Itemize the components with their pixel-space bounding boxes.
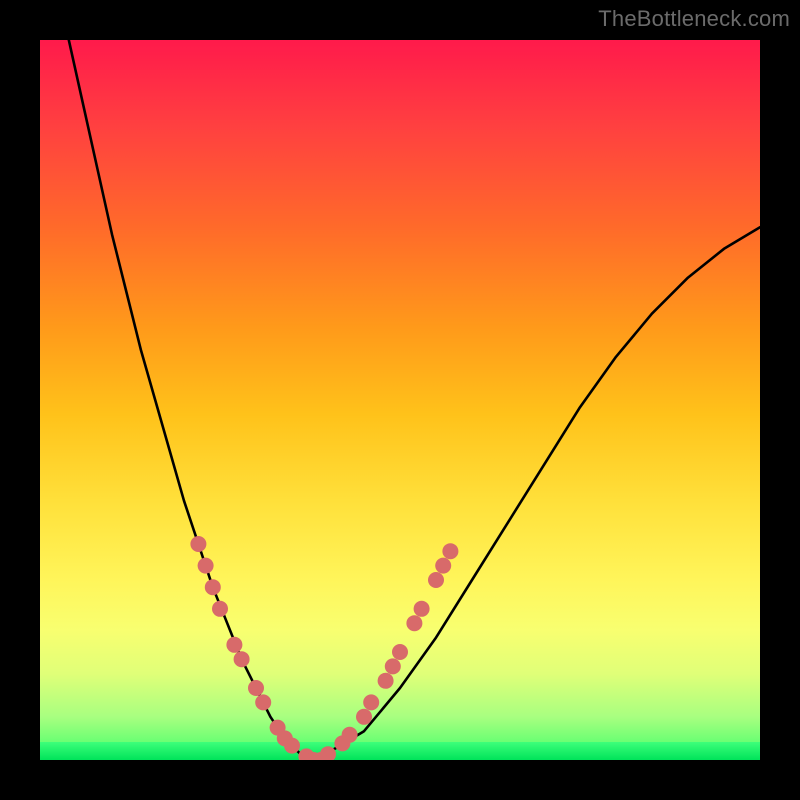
scatter-point: [378, 673, 394, 689]
scatter-point: [363, 694, 379, 710]
scatter-point: [428, 572, 444, 588]
scatter-point: [284, 738, 300, 754]
scatter-point: [190, 536, 206, 552]
scatter-point: [255, 694, 271, 710]
chart-svg: [40, 40, 760, 760]
highlighted-points: [190, 536, 458, 760]
scatter-point: [392, 644, 408, 660]
scatter-point: [226, 637, 242, 653]
watermark-text: TheBottleneck.com: [598, 6, 790, 32]
scatter-point: [205, 579, 221, 595]
scatter-point: [406, 615, 422, 631]
scatter-point: [356, 709, 372, 725]
scatter-point: [435, 558, 451, 574]
scatter-point: [248, 680, 264, 696]
scatter-point: [342, 727, 358, 743]
plot-area: [40, 40, 760, 760]
scatter-point: [442, 543, 458, 559]
scatter-point: [234, 651, 250, 667]
scatter-point: [385, 658, 401, 674]
scatter-point: [212, 601, 228, 617]
bottleneck-curve: [69, 40, 760, 760]
scatter-point: [198, 558, 214, 574]
scatter-point: [414, 601, 430, 617]
chart-stage: TheBottleneck.com: [0, 0, 800, 800]
